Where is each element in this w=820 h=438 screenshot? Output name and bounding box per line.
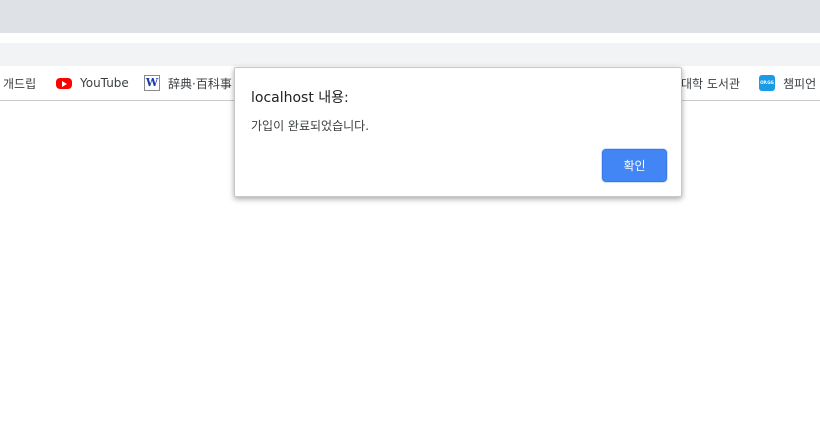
youtube-icon — [56, 78, 72, 89]
browser-tab-strip — [0, 0, 820, 33]
bookmark-item-champion[interactable]: OP.GG 챔피언 — [759, 66, 816, 100]
bookmark-label: 대학 도서관 — [681, 76, 741, 91]
ok-button[interactable]: 확인 — [602, 149, 667, 182]
dialog-message: 가입이 완료되었습니다. — [251, 119, 370, 133]
bookmark-label: 개드립 — [3, 76, 37, 91]
champion-icon: OP.GG — [759, 75, 775, 91]
browser-toolbar — [0, 33, 820, 71]
bookmark-label: YouTube — [80, 76, 129, 90]
bookmark-item-youtube[interactable]: YouTube — [56, 66, 129, 100]
alert-dialog: localhost 내용: 가입이 완료되었습니다. 확인 — [234, 67, 682, 197]
bookmark-label: 챔피언 — [783, 76, 817, 91]
bookmark-item-gaedrip[interactable]: 개드립 — [3, 66, 36, 100]
bookmark-label: 辞典·百科事 — [168, 76, 232, 91]
dialog-title: localhost 내용: — [251, 90, 349, 106]
bookmark-item-university-library[interactable]: 대학 도서관 — [681, 66, 740, 100]
bookmark-item-dictionary[interactable]: W 辞典·百科事 — [144, 66, 232, 100]
w-icon: W — [144, 75, 160, 91]
